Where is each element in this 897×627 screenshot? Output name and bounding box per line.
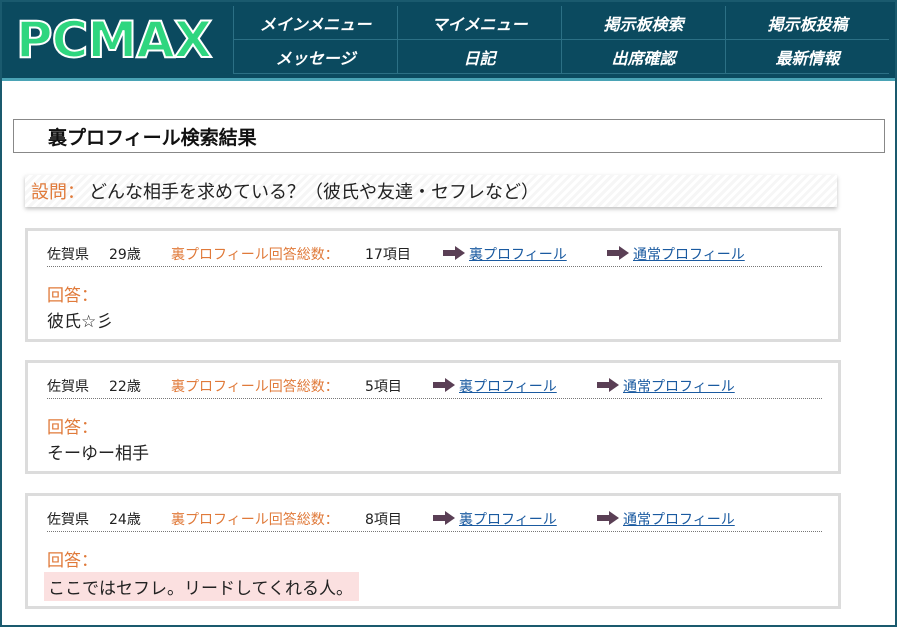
nav-latest-info[interactable]: 最新情報 [725,40,889,74]
arrow-right-icon [597,378,619,392]
arrow-right-icon [597,511,619,525]
result-meta: 佐賀県 29歳 裏プロフィール回答総数： 17項目 裏プロフィール 通常プロフィ… [47,240,822,267]
result-meta: 佐賀県 24歳 裏プロフィール回答総数： 8項目 裏プロフィール 通常プロフィー… [47,505,822,532]
nav-main-menu[interactable]: メインメニュー [233,6,397,40]
answer-label: 回答： [47,286,98,306]
result-card: 佐賀県 24歳 裏プロフィール回答総数： 8項目 裏プロフィール 通常プロフィー… [25,493,841,609]
page-frame: PCMAX メインメニュー マイメニュー 掲示板検索 掲示板投稿 メッセージ 日… [0,0,897,627]
result-meta: 佐賀県 22歳 裏プロフィール回答総数： 5項目 裏プロフィール 通常プロフィー… [47,372,822,399]
age: 29歳 [109,247,141,263]
answer-text: ここではセフレ。リードしてくれる人。 [44,572,359,601]
arrow-right-icon [433,378,455,392]
prefecture: 佐賀県 [47,512,89,528]
normal-profile-link-wrap[interactable]: 通常プロフィール [597,509,735,529]
answer-count: 8項目 [365,512,402,528]
nav-attendance[interactable]: 出席確認 [561,40,725,74]
answer-count: 5項目 [365,379,402,395]
arrow-right-icon [433,511,455,525]
answer-count-label: 裏プロフィール回答総数： [171,512,339,528]
site-header: PCMAX メインメニュー マイメニュー 掲示板検索 掲示板投稿 メッセージ 日… [2,2,895,81]
ura-profile-link-wrap[interactable]: 裏プロフィール [433,376,557,396]
logo[interactable]: PCMAX [15,10,230,70]
nav-board-search[interactable]: 掲示板検索 [561,6,725,40]
nav-message[interactable]: メッセージ [233,40,397,74]
normal-profile-link-wrap[interactable]: 通常プロフィール [607,244,745,264]
answer-text: そーゆー相手 [47,444,149,464]
logo-text: PCMAX [15,10,213,70]
answer-label: 回答： [47,418,98,438]
answer-label: 回答： [47,551,98,571]
result-card: 佐賀県 22歳 裏プロフィール回答総数： 5項目 裏プロフィール 通常プロフィー… [25,360,841,474]
question-label: 設問： [31,182,85,203]
main-nav: メインメニュー マイメニュー 掲示板検索 掲示板投稿 メッセージ 日記 出席確認… [233,6,889,74]
nav-diary[interactable]: 日記 [397,40,561,74]
answer-count-label: 裏プロフィール回答総数： [171,247,339,263]
ura-profile-link-wrap[interactable]: 裏プロフィール [433,509,557,529]
page-title: 裏プロフィール検索結果 [48,126,257,149]
arrow-right-icon [607,246,629,260]
answer-count: 17項目 [365,247,411,263]
prefecture: 佐賀県 [47,379,89,395]
result-card: 佐賀県 29歳 裏プロフィール回答総数： 17項目 裏プロフィール 通常プロフィ… [25,228,841,342]
age: 22歳 [109,379,141,395]
page-title-box: 裏プロフィール検索結果 [13,119,885,153]
answer-count-label: 裏プロフィール回答総数： [171,379,339,395]
question-text: どんな相手を求めている？（彼氏や友達・セフレなど） [89,182,539,203]
nav-my-menu[interactable]: マイメニュー [397,6,561,40]
nav-board-post[interactable]: 掲示板投稿 [725,6,889,40]
question-banner: 設問： どんな相手を求めている？（彼氏や友達・セフレなど） [25,175,837,207]
normal-profile-link-wrap[interactable]: 通常プロフィール [597,376,735,396]
answer-text: 彼氏☆彡 [47,312,114,332]
age: 24歳 [109,512,141,528]
ura-profile-link-wrap[interactable]: 裏プロフィール [443,244,567,264]
prefecture: 佐賀県 [47,247,89,263]
arrow-right-icon [443,246,465,260]
